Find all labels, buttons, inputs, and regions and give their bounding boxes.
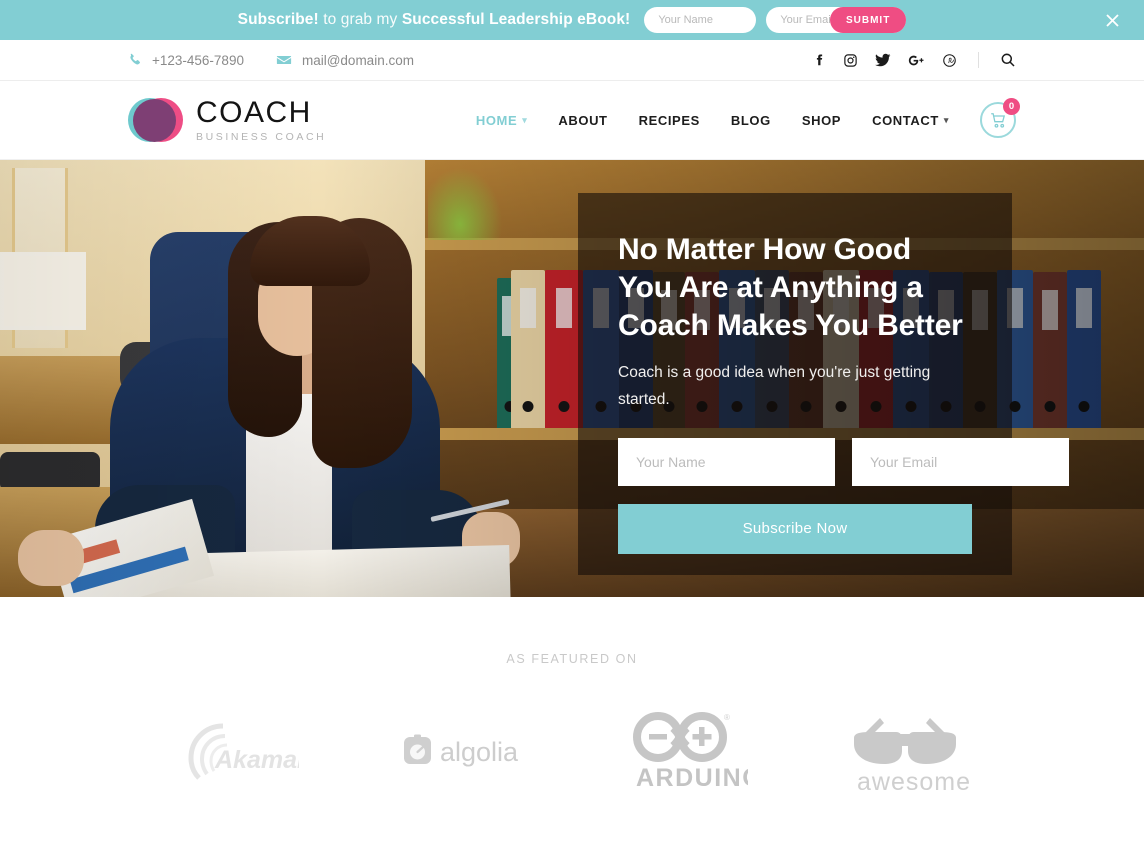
arduino-logo[interactable]: ARDUINO ® — [572, 700, 794, 800]
email-address-text: mail@domain.com — [301, 52, 414, 68]
top-info-bar: +123-456-7890 mail@domain.com — [0, 40, 1144, 81]
svg-text:Akamai: Akamai — [214, 746, 299, 774]
chevron-down-icon: ▾ — [522, 114, 528, 125]
nav-list: HOME ▾ ABOUT RECIPES BLOG SHOP CONTACT ▾ — [476, 113, 949, 128]
logo-subtitle: BUSINESS COACH — [196, 130, 327, 143]
promo-text: Subscribe! to grab my Successful Leaders… — [238, 11, 631, 29]
promo-text-bold-2: Successful Leadership eBook! — [401, 11, 631, 28]
hero-section: No Matter How Good You Are at Anything a… — [0, 160, 1144, 597]
nav-item-about-label: ABOUT — [558, 112, 608, 128]
topbar-divider — [978, 52, 979, 68]
site-header: COACH BUSINESS COACH HOME ▾ ABOUT RECIPE… — [0, 81, 1144, 160]
nav-item-home-label: HOME — [475, 112, 518, 128]
featured-logo-grid: Akamai algolia ARDUINO ® — [128, 700, 1016, 858]
logo-mark-icon — [128, 94, 184, 146]
algolia-logo[interactable]: algolia — [350, 700, 572, 800]
nav-item-contact[interactable]: CONTACT ▾ — [872, 113, 949, 128]
promo-name-input[interactable] — [644, 7, 757, 33]
promo-subscribe-bar: Subscribe! to grab my Successful Leaders… — [0, 0, 1144, 40]
svg-text:ARDUINO: ARDUINO — [636, 764, 748, 792]
site-logo[interactable]: COACH BUSINESS COACH — [128, 94, 326, 146]
nav-item-recipes[interactable]: RECIPES — [639, 113, 700, 128]
hero-subtitle: Coach is a good idea when you're just ge… — [618, 364, 931, 409]
logo-title: COACH — [196, 95, 312, 129]
nav-item-recipes-label: RECIPES — [638, 112, 700, 128]
search-icon[interactable] — [1000, 52, 1016, 68]
email-contact[interactable]: mail@domain.com — [276, 52, 414, 68]
contact-info-group: +123-456-7890 mail@domain.com — [128, 52, 812, 68]
nav-item-shop[interactable]: SHOP — [802, 113, 841, 128]
close-icon[interactable] — [1102, 10, 1122, 30]
chevron-down-icon: ▾ — [943, 114, 949, 125]
phone-contact[interactable]: +123-456-7890 — [128, 53, 244, 68]
svg-text:algolia: algolia — [440, 737, 519, 767]
hero-name-input[interactable] — [618, 437, 835, 486]
nav-item-about[interactable]: ABOUT — [558, 113, 607, 128]
main-navigation: HOME ▾ ABOUT RECIPES BLOG SHOP CONTACT ▾ — [476, 98, 1020, 138]
hero-content-panel: No Matter How Good You Are at Anything a… — [578, 193, 1069, 575]
promo-email-group: SUBMIT — [766, 7, 907, 33]
nav-item-blog-label: BLOG — [730, 112, 771, 128]
nav-item-shop-label: SHOP — [801, 112, 842, 128]
facebook-icon[interactable] — [812, 53, 826, 67]
twitter-icon[interactable] — [875, 52, 891, 68]
promo-text-light: to grab my — [318, 11, 402, 28]
promo-text-bold-1: Subscribe! — [237, 11, 319, 28]
google-plus-icon[interactable] — [908, 53, 925, 68]
hero-form-row — [618, 437, 1069, 486]
envelope-icon — [276, 52, 292, 68]
promo-form: SUBMIT — [644, 7, 907, 33]
hero-title: No Matter How Good You Are at Anything a… — [618, 233, 963, 342]
featured-section: AS FEATURED ON Akamai algolia ARDUIN ® a… — [0, 597, 1144, 858]
phone-icon — [128, 53, 142, 67]
phone-number-text: +123-456-7890 — [152, 52, 244, 68]
featured-heading: AS FEATURED ON — [506, 652, 638, 666]
instagram-icon[interactable] — [843, 53, 858, 68]
awesome-logo[interactable]: awesome — [794, 700, 1016, 800]
svg-text:®: ® — [724, 713, 730, 722]
nav-item-home[interactable]: HOME ▾ — [476, 113, 528, 128]
svg-text:awesome: awesome — [857, 768, 970, 796]
subscribe-now-button[interactable]: Subscribe Now — [618, 503, 972, 554]
logo-text-group: COACH BUSINESS COACH — [196, 95, 327, 143]
hero-email-input[interactable] — [852, 437, 1069, 486]
social-links-group — [812, 52, 1016, 68]
cart-button[interactable]: 0 — [980, 98, 1020, 138]
nav-item-blog[interactable]: BLOG — [731, 113, 771, 128]
hero-subscribe-form: Subscribe Now — [618, 437, 1069, 554]
promo-submit-button[interactable]: SUBMIT — [829, 7, 907, 33]
akamai-logo[interactable]: Akamai — [128, 700, 350, 800]
pinterest-icon[interactable] — [942, 53, 957, 68]
cart-count-badge: 0 — [1003, 98, 1020, 115]
nav-item-contact-label: CONTACT — [872, 112, 939, 128]
